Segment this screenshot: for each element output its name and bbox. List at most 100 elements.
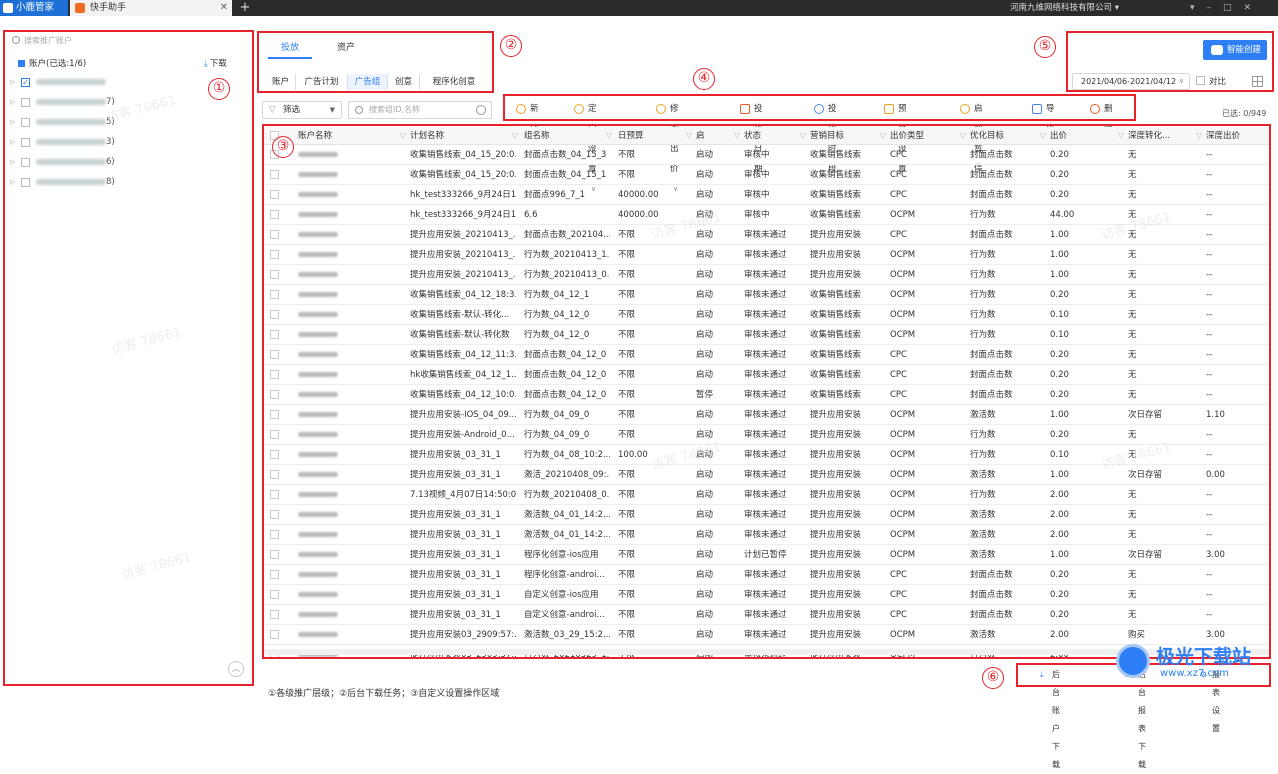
tab-assets[interactable]: 资产: [324, 37, 368, 59]
row-checkbox[interactable]: [270, 470, 279, 479]
table-row[interactable]: 收集销售线索_04_15_20:0... 封面点击数_04_15_1 不限 启动 审核中…: [264, 165, 1270, 185]
account-checkbox[interactable]: [21, 178, 30, 187]
table-row[interactable]: 提升应用安装-IOS_04_09... 行为数_04_09_0 不限 启动 审核未通过 提…: [264, 405, 1270, 425]
table-row[interactable]: 提升应用安装_03_31_1 行为数_04_08_10:2... 100.00 启动 审…: [264, 445, 1270, 465]
row-checkbox[interactable]: [270, 530, 279, 539]
row-checkbox[interactable]: [270, 270, 279, 279]
toolbar-button-4[interactable]: 投放时段: [814, 99, 837, 174]
expand-caret-icon[interactable]: ▷: [10, 115, 15, 129]
account-checkbox[interactable]: ✓: [21, 78, 30, 87]
table-row[interactable]: 收集销售线索_04_15_20:0... 封面点击数_04_15_3 不限 启动 审核中…: [264, 145, 1270, 165]
table-row[interactable]: hk_test333266_9月24日1... 6.6 40000.00 启动 审核中 收…: [264, 205, 1270, 225]
table-row[interactable]: 提升应用安装_20210413_... 封面点击数_202104... 不限 启动 审核…: [264, 225, 1270, 245]
column-header[interactable]: 出价 ▽: [1050, 127, 1126, 145]
toolbar-button-1[interactable]: 定向设置∨: [574, 99, 597, 193]
column-filter-icon[interactable]: ▽: [1118, 127, 1124, 145]
window-controls[interactable]: ▾–□✕: [1190, 0, 1263, 16]
column-header[interactable]: 深度转化... ▽: [1128, 127, 1204, 145]
row-checkbox[interactable]: [270, 290, 279, 299]
toolbar-button-0[interactable]: 新建: [516, 99, 539, 134]
row-checkbox[interactable]: [270, 310, 279, 319]
column-filter-icon[interactable]: ▽: [734, 127, 740, 145]
column-header[interactable]: 计划名称 ▽: [410, 127, 520, 145]
table-row[interactable]: 收集销售线索_04_12_11:3... 封面点击数_04_12_0 不限 启动 审核未…: [264, 345, 1270, 365]
column-header[interactable]: 出价类型 ▽: [890, 127, 968, 145]
column-header[interactable]: 启 ▽: [696, 127, 742, 145]
column-filter-icon[interactable]: ▽: [880, 127, 886, 145]
account-item[interactable]: ▷ 7): [10, 95, 240, 109]
toolbar-button-8[interactable]: 删除: [1090, 99, 1113, 134]
account-checkbox[interactable]: [21, 158, 30, 167]
filter-dropdown[interactable]: ▽ 筛选 ▼: [262, 101, 342, 119]
account-item[interactable]: ▷ 3): [10, 135, 240, 149]
account-item[interactable]: ▷ 5): [10, 115, 240, 129]
row-checkbox[interactable]: [270, 410, 279, 419]
row-checkbox[interactable]: [270, 350, 279, 359]
row-checkbox[interactable]: [270, 250, 279, 259]
column-header[interactable]: 营销目标 ▽: [810, 127, 888, 145]
account-search-input[interactable]: 搜索推广账户: [10, 34, 210, 48]
column-filter-icon[interactable]: ▽: [960, 127, 966, 145]
app-tab[interactable]: 小鹿管家: [0, 0, 68, 16]
column-header[interactable]: 账户名称 ▽: [298, 127, 408, 145]
close-tab-icon[interactable]: ✕: [220, 0, 228, 16]
row-checkbox[interactable]: [270, 490, 279, 499]
table-row[interactable]: 提升应用安装_03_31_1 程序化创意-ios应用 不限 启动 计划已暂停 提升应用安装…: [264, 545, 1270, 565]
table-row[interactable]: hk收集销售线索_04_12_1... 封面点击数_04_12_0 不限 启动 审核未通…: [264, 365, 1270, 385]
subtab-programmatic-creative[interactable]: 程序化创意: [420, 74, 488, 90]
table-row[interactable]: 7.13视频_4月07日14:50:0... 行为数_20210408_0... 不…: [264, 485, 1270, 505]
subtab-creative[interactable]: 创意: [388, 74, 420, 90]
table-row[interactable]: 收集销售线索-默认-转化... 行为数_04_12_0 不限 启动 审核未通过 收集销售线…: [264, 305, 1270, 325]
account-item[interactable]: ▷ 6): [10, 155, 240, 169]
table-row[interactable]: 提升应用安装_20210413_... 行为数_20210413_1... 不限 启动…: [264, 245, 1270, 265]
table-row[interactable]: 提升应用安装-Android_0... 行为数_04_09_0 不限 启动 审核未通过 提…: [264, 425, 1270, 445]
column-filter-icon[interactable]: ▽: [1040, 127, 1046, 145]
adgroup-search-input[interactable]: 搜索组ID,名称: [348, 101, 492, 119]
column-header[interactable]: 优化目标 ▽: [970, 127, 1048, 145]
toolbar-button-6[interactable]: 启动暂停: [960, 99, 983, 174]
download-button[interactable]: ⤓ 下载: [204, 57, 227, 69]
column-filter-icon[interactable]: ▽: [1196, 127, 1202, 145]
account-download-button[interactable]: ⤓ 后台账户下载: [1038, 666, 1060, 769]
collapse-up-button[interactable]: ︿: [228, 661, 244, 677]
table-row[interactable]: hk_test333266_9月24日1... 封面点996_7_1 40000.0…: [264, 185, 1270, 205]
account-checkbox[interactable]: [21, 138, 30, 147]
column-settings-icon[interactable]: [1252, 76, 1263, 87]
expand-caret-icon[interactable]: ▷: [10, 135, 15, 149]
date-range-picker[interactable]: 2021/04/06-2021/04/12 ∨: [1072, 73, 1190, 90]
account-item[interactable]: ▷ 8): [10, 175, 240, 189]
toolbar-button-7[interactable]: 导出: [1032, 99, 1055, 134]
row-checkbox[interactable]: [270, 190, 279, 199]
table-row[interactable]: 提升应用安装_03_31_1 激活数_04_01_14:2... 不限 启动 审核未通过…: [264, 525, 1270, 545]
subtab-campaign[interactable]: 广告计划: [296, 74, 348, 90]
toolbar-button-5[interactable]: 预算设置: [884, 99, 907, 174]
expand-caret-icon[interactable]: ▷: [10, 95, 15, 109]
column-header[interactable]: 组名称 ▽: [524, 127, 614, 145]
column-filter-icon[interactable]: ▽: [606, 127, 612, 145]
row-checkbox[interactable]: [270, 450, 279, 459]
column-header[interactable]: 深度出价: [1206, 127, 1266, 145]
row-checkbox[interactable]: [270, 170, 279, 179]
table-row[interactable]: 提升应用安装_03_31_1 激活数_04_01_14:2... 不限 启动 审核未通过…: [264, 505, 1270, 525]
expand-caret-icon[interactable]: ▷: [10, 75, 15, 89]
kuaishou-tab[interactable]: 快手助手 ✕: [70, 0, 232, 16]
company-menu[interactable]: 河南九维网络科技有限公司 ▾: [1010, 0, 1119, 16]
compare-checkbox[interactable]: 对比: [1196, 75, 1226, 87]
row-checkbox[interactable]: [270, 570, 279, 579]
subtab-adgroup[interactable]: 广告组: [348, 74, 388, 90]
table-row[interactable]: 收集销售线索_04_12_18:3... 行为数_04_12_1 不限 启动 审核未通过…: [264, 285, 1270, 305]
subtab-account[interactable]: 账户: [266, 74, 296, 90]
column-filter-icon[interactable]: ▽: [800, 127, 806, 145]
row-checkbox[interactable]: [270, 330, 279, 339]
column-header[interactable]: 日预算 ▽: [618, 127, 694, 145]
column-header[interactable]: 状态 ▽: [744, 127, 808, 145]
table-row[interactable]: 收集销售线索_04_12_10:0... 封面点击数_04_12_0 不限 暂停 审核未…: [264, 385, 1270, 405]
column-filter-icon[interactable]: ▽: [686, 127, 692, 145]
row-checkbox[interactable]: [270, 610, 279, 619]
expand-caret-icon[interactable]: ▷: [10, 155, 15, 169]
row-checkbox[interactable]: [270, 550, 279, 559]
account-item[interactable]: ▷ ✓: [10, 75, 240, 89]
smart-create-button[interactable]: 智能创建: [1203, 40, 1267, 60]
row-checkbox[interactable]: [270, 210, 279, 219]
add-tab-button[interactable]: +: [236, 0, 254, 16]
